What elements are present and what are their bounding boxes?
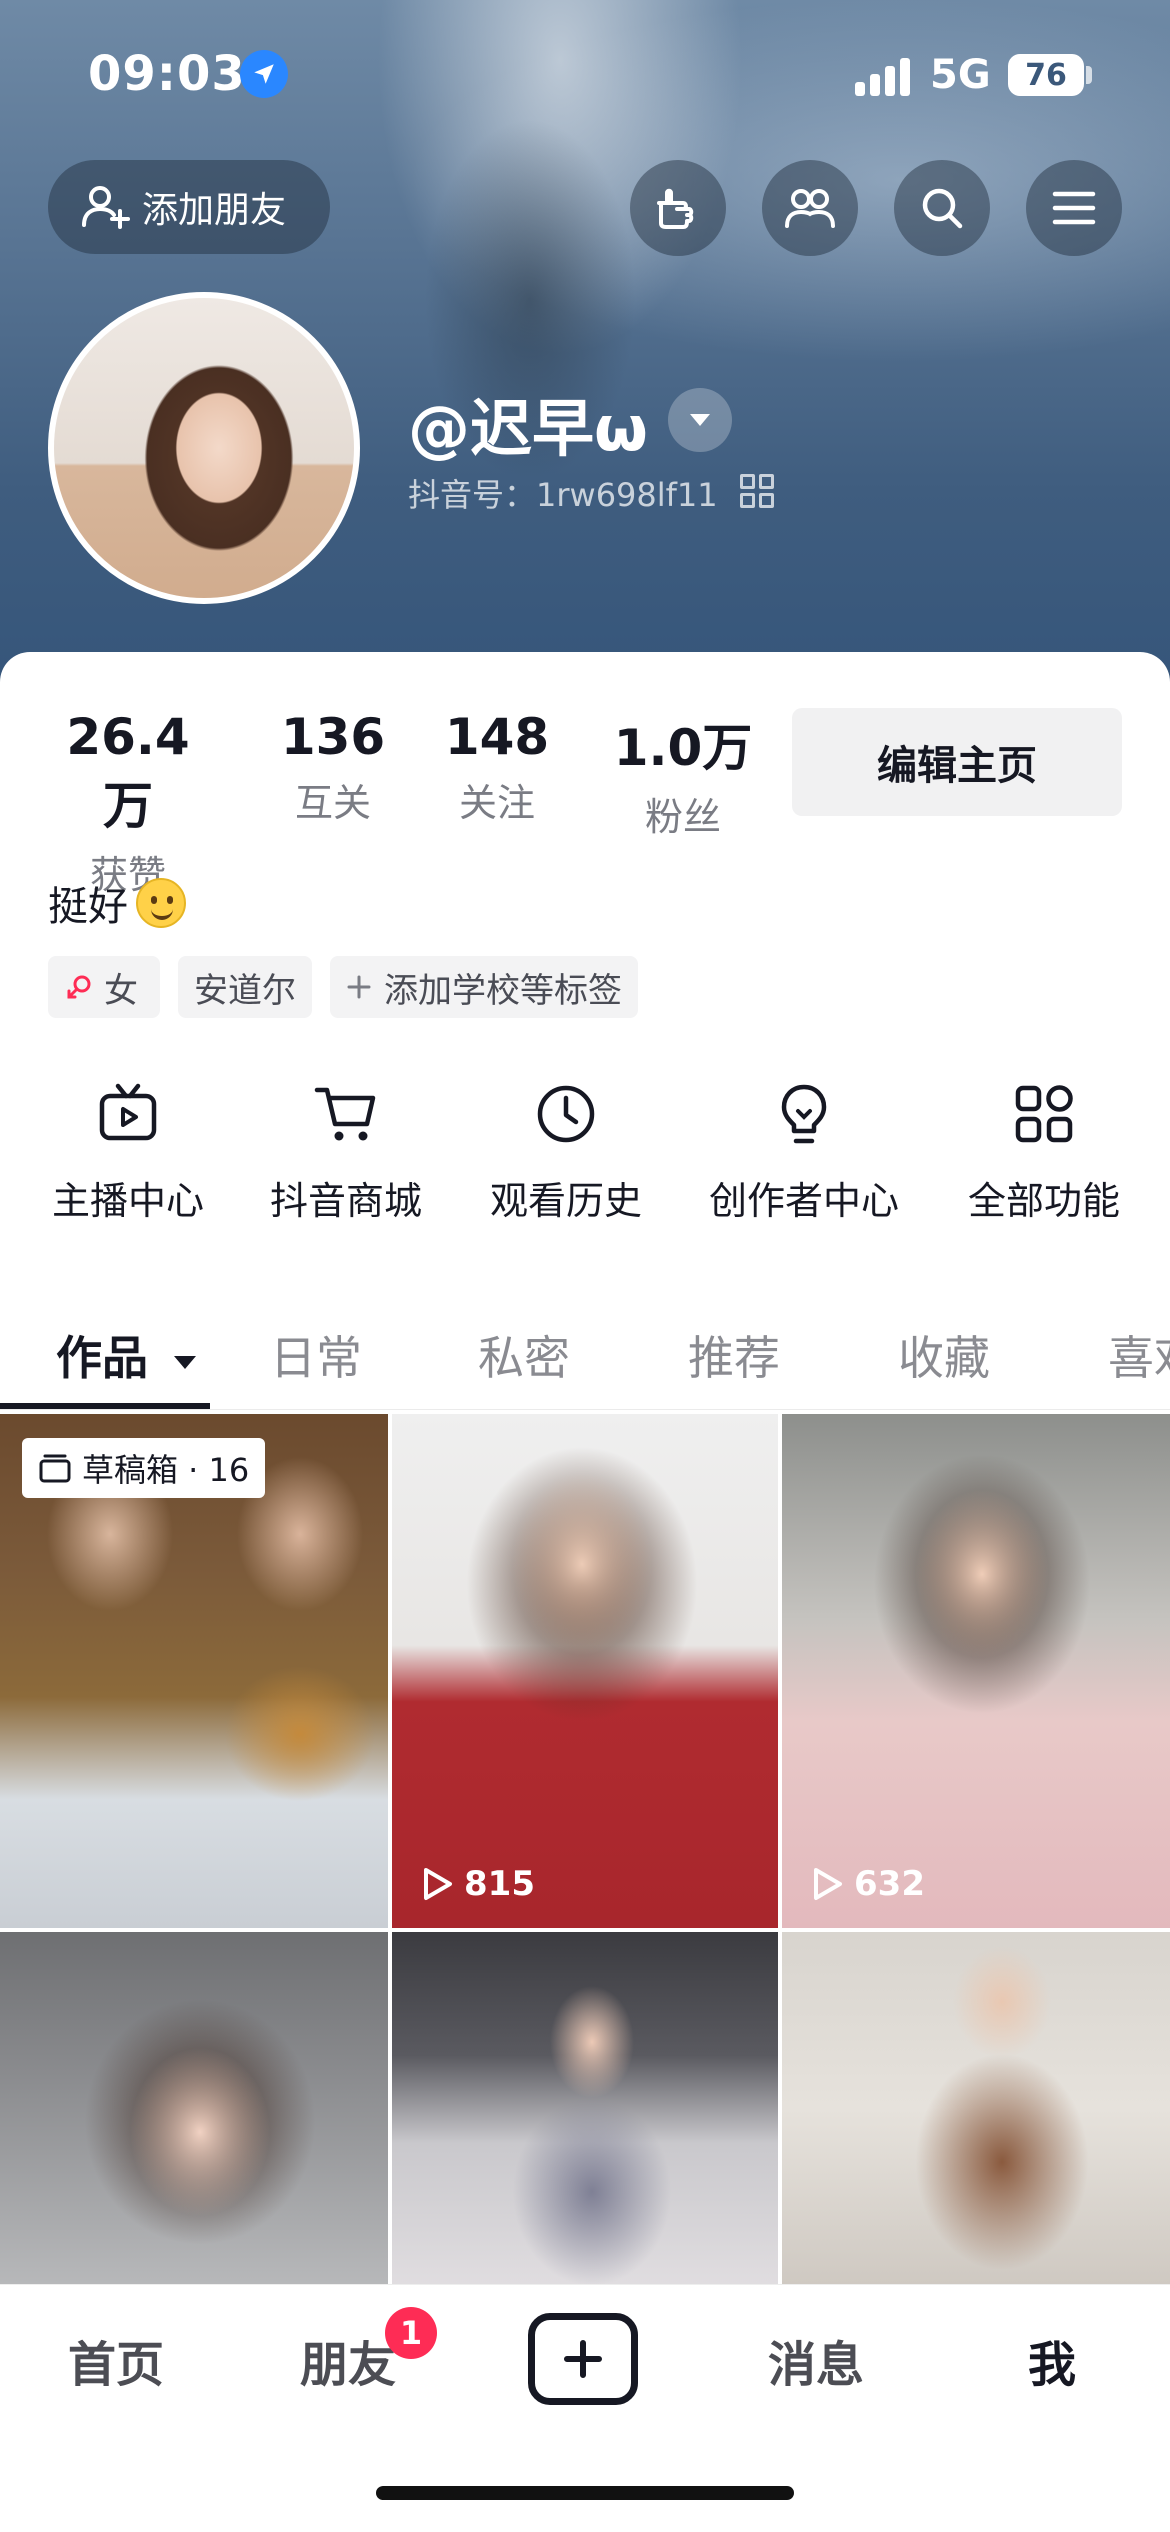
nav-friends[interactable]: 朋友 [300,2325,396,2395]
video-thumbnail[interactable]: 632 [782,1414,1170,1928]
function-live-center[interactable]: 主播中心 [18,1078,238,1225]
username: @迟早ω [408,392,648,465]
stat-label: 关注 [458,781,535,825]
function-label: 创作者中心 [708,1179,899,1223]
tv-icon [18,1078,238,1150]
video-thumbnail[interactable] [392,1932,778,2284]
search-icon [922,188,963,229]
friends-notification-badge: 1 [385,2307,437,2359]
function-creator-center[interactable]: 创作者中心 [694,1078,914,1225]
function-label: 主播中心 [51,1179,204,1223]
function-all[interactable]: 全部功能 [934,1078,1154,1225]
hand-pointer-button[interactable] [630,160,726,256]
tab-recommend[interactable]: 推荐 [688,1322,780,1388]
draft-box-label: 草稿箱 · 16 [82,1451,250,1489]
tab-works[interactable]: 作品 [56,1322,198,1388]
location-arrow-icon [240,50,288,98]
video-thumbnail[interactable]: 815 [392,1414,778,1928]
caret-down-icon [174,1355,197,1369]
add-tag-button[interactable]: 添加学校等标签 [330,956,638,1018]
add-friend-label: 添加朋友 [142,190,287,231]
bio: 挺好 [48,874,186,932]
female-icon [67,975,91,999]
tab-likes[interactable]: 喜欢 [1108,1322,1170,1388]
function-label: 观看历史 [489,1179,642,1223]
stat-label: 粉丝 [644,795,721,839]
friends-button[interactable] [762,160,858,256]
stat-value: 136 [280,708,386,766]
tab-label: 作品 [56,1331,148,1385]
play-count-value: 815 [464,1864,535,1904]
play-count-value: 632 [854,1864,925,1904]
tag-gender-label: 女 [104,970,138,1011]
stat-followers[interactable]: 1.0万 粉丝 [608,708,758,841]
signal-icon [855,58,915,96]
add-tag-label: 添加学校等标签 [384,970,622,1011]
tab-daily[interactable]: 日常 [270,1322,362,1388]
add-friend-button[interactable]: 添加朋友 [48,160,330,254]
cart-icon [236,1078,456,1150]
grid-icon [934,1078,1154,1150]
caret-down-icon [690,414,710,426]
menu-button[interactable] [1026,160,1122,256]
status-time: 09:03 [88,46,246,102]
video-grid: 草稿箱 · 16 815 632 [0,1414,1170,2284]
battery-tip [1086,66,1092,84]
draft-box-icon [39,1454,71,1483]
video-thumbnail[interactable] [782,1932,1170,2284]
stat-mutual[interactable]: 136 互关 [268,708,398,827]
douyin-id: 抖音号：1rw698lf11 [408,476,718,514]
function-label: 全部功能 [967,1179,1120,1223]
network-type: 5G [930,52,991,98]
content-tabs: 作品 日常 私密 推荐 收藏 喜欢 [0,1300,1170,1410]
bio-text: 挺好 [48,884,128,930]
play-count: 632 [810,1864,925,1904]
create-post-button[interactable] [528,2313,638,2405]
play-count: 815 [420,1864,535,1904]
stat-likes[interactable]: 26.4万 获赞 [48,708,208,899]
function-label: 抖音商城 [269,1179,422,1223]
stat-value: 1.0万 [613,719,753,777]
people-icon [785,189,835,228]
nav-me[interactable]: 我 [1028,2325,1076,2395]
nav-messages[interactable]: 消息 [768,2325,864,2395]
search-button[interactable] [894,160,990,256]
home-indicator [376,2486,794,2500]
edit-profile-button[interactable]: 编辑主页 [792,708,1122,816]
smile-emoji-icon [136,878,186,928]
active-tab-indicator [0,1403,210,1409]
account-switch-button[interactable] [668,388,732,452]
hand-pointer-icon [657,188,694,229]
tag-location[interactable]: 安道尔 [178,956,312,1018]
stat-label: 互关 [294,781,371,825]
hamburger-menu-icon [1052,191,1096,225]
battery-icon: 76 [1008,54,1084,96]
stat-value: 148 [444,708,550,766]
add-user-icon [82,186,130,229]
function-history[interactable]: 观看历史 [456,1078,676,1225]
draft-box-badge: 草稿箱 · 16 [22,1438,266,1498]
draft-box-cell[interactable]: 草稿箱 · 16 [0,1414,388,1928]
qr-code-icon[interactable] [740,474,774,508]
tag-gender[interactable]: 女 [48,956,160,1018]
function-mall[interactable]: 抖音商城 [236,1078,456,1225]
status-bar: 09:03 5G 76 [0,0,1170,150]
stat-following[interactable]: 148 关注 [432,708,562,827]
stat-value: 26.4万 [66,708,190,835]
tab-favorites[interactable]: 收藏 [898,1322,990,1388]
avatar[interactable] [48,292,360,604]
lightbulb-icon [694,1078,914,1150]
clock-icon [456,1078,676,1150]
nav-home[interactable]: 首页 [68,2325,164,2395]
plus-icon [564,2340,602,2378]
play-icon [424,1868,452,1900]
play-icon [814,1868,842,1900]
video-thumbnail[interactable] [0,1932,388,2284]
tag-location-label: 安道尔 [194,970,296,1011]
plus-icon [347,975,371,999]
tab-private[interactable]: 私密 [478,1322,570,1388]
